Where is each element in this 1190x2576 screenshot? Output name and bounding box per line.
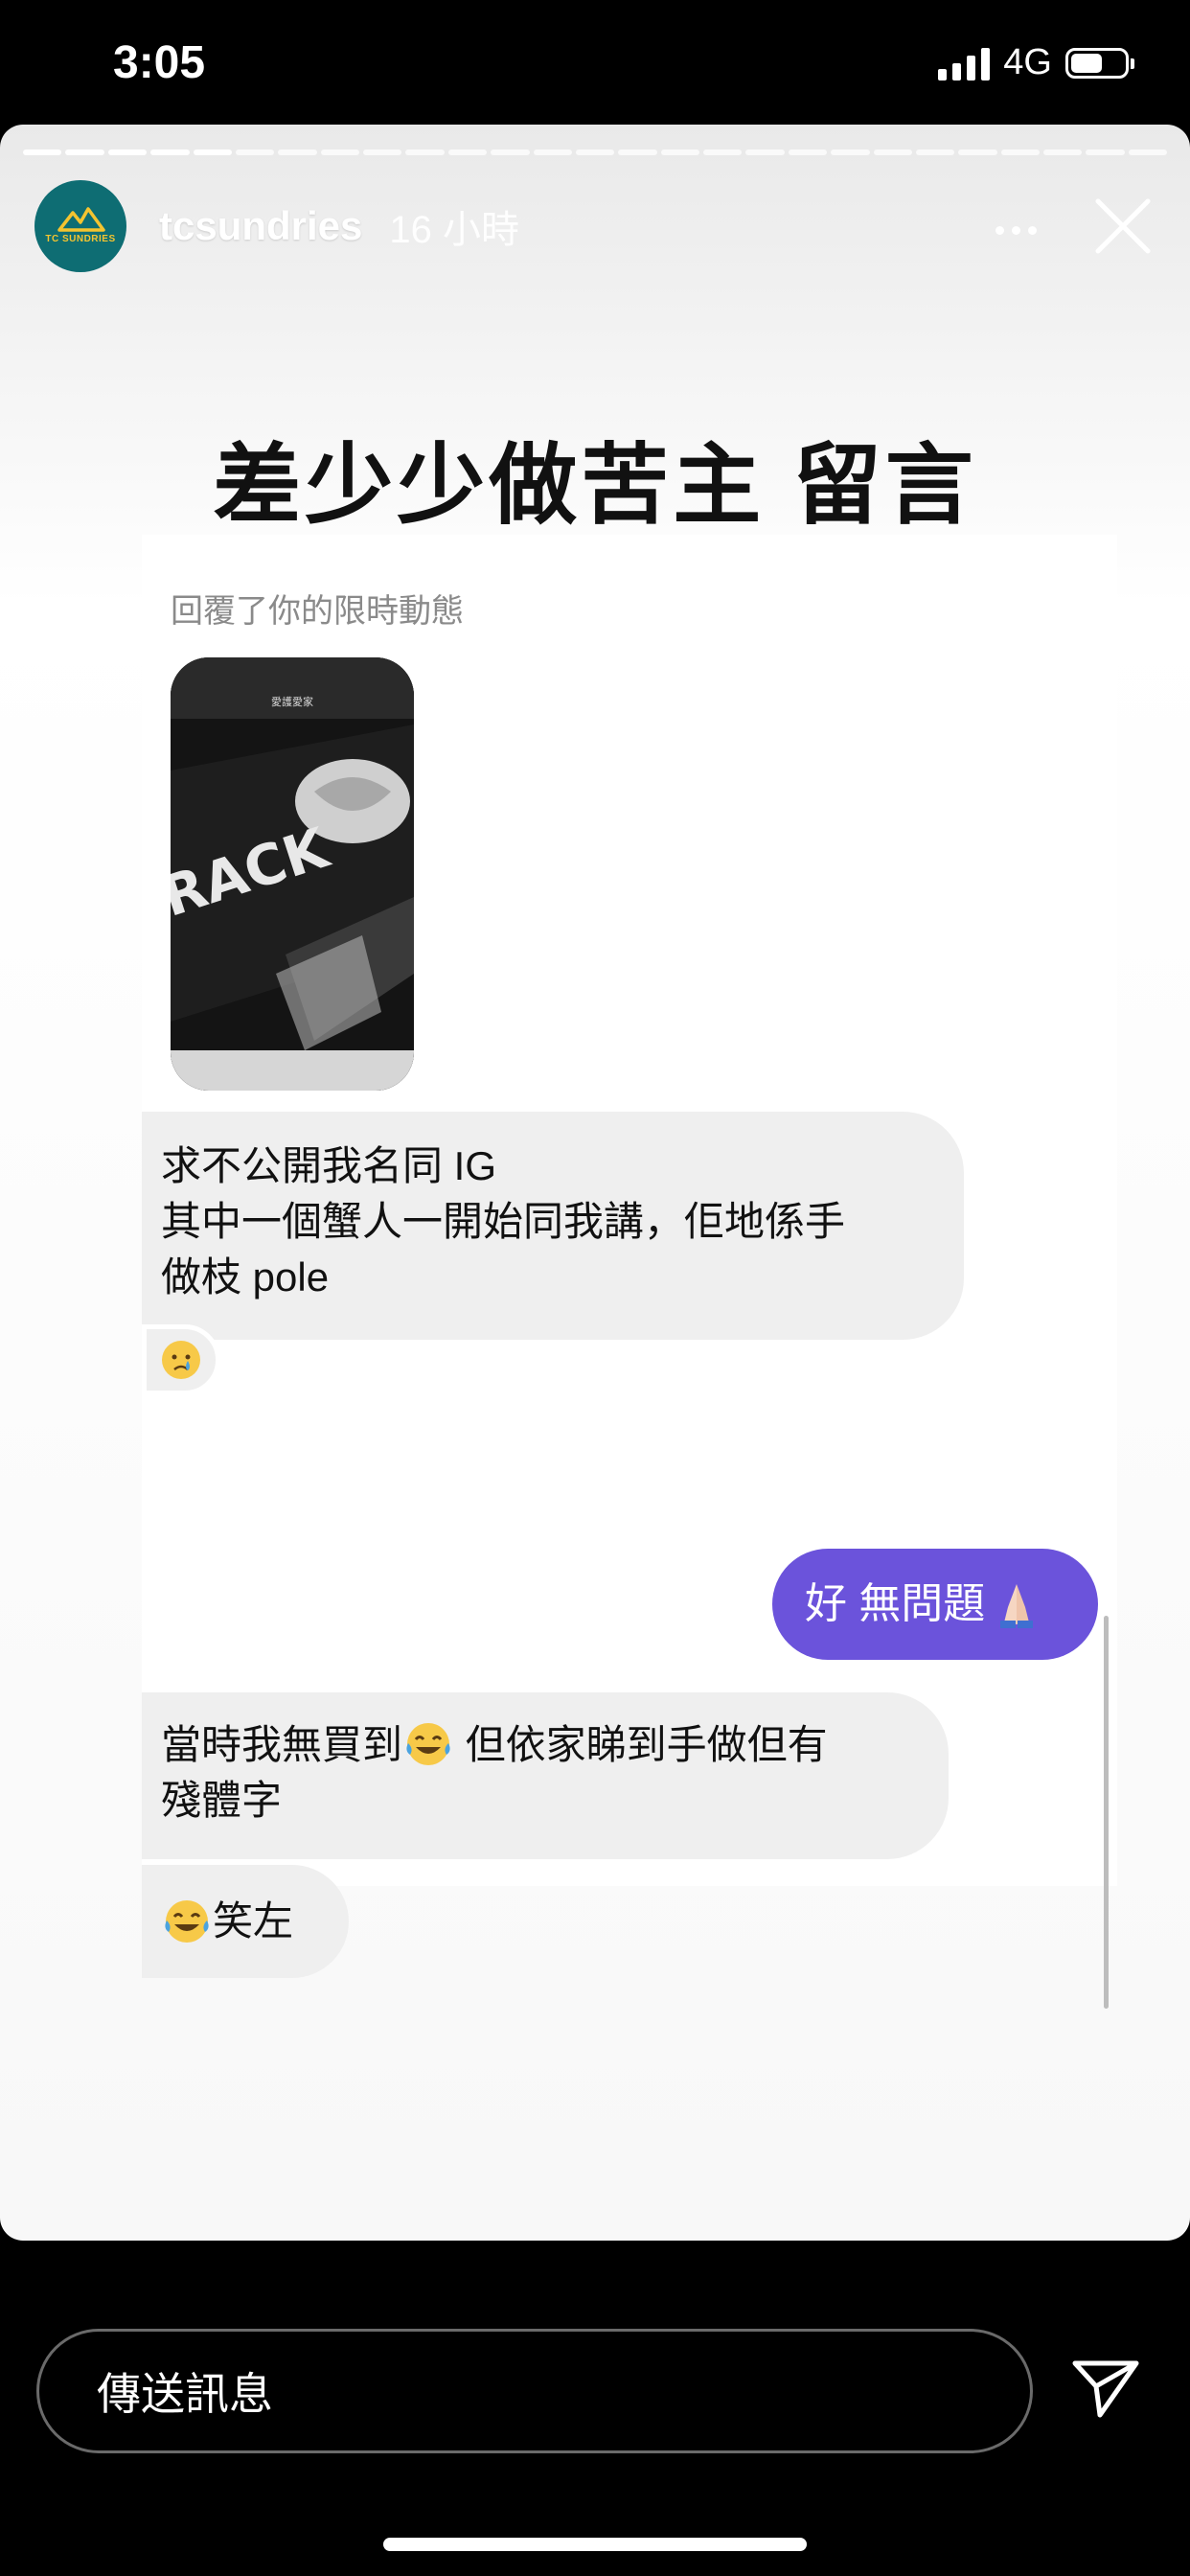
story-progress-segment: [278, 150, 317, 155]
message-reaction[interactable]: [142, 1324, 220, 1395]
message-bubble-received[interactable]: 當時我無買到 但依家睇到手做但有 殘體字: [142, 1692, 949, 1859]
dm-screenshot: 回覆了你的限時動態 愛護愛家 RACK 求不公開我名同 IG 其中一個蟹人一開始…: [142, 535, 1117, 2009]
story-header: TC SUNDRIES tcsundries 16 小時: [34, 178, 1156, 274]
story-progress-segment: [1086, 150, 1125, 155]
story-progress-segment: [873, 150, 912, 155]
reply-note: 回覆了你的限時動態: [171, 593, 464, 630]
status-indicators: 4G: [938, 42, 1134, 83]
home-indicator: [383, 2538, 807, 2551]
status-time: 3:05: [113, 37, 206, 88]
story-title: 差少少做苦主 留言: [213, 437, 977, 535]
battery-level: [1071, 53, 1102, 73]
story-viewer[interactable]: TC SUNDRIES tcsundries 16 小時 差少少做苦主 留言 回…: [0, 125, 1190, 2241]
message-text: 但依家睇到手做但有: [454, 1722, 828, 1767]
message-bubble-received[interactable]: 笑左: [142, 1865, 349, 1978]
story-progress-bar: [23, 150, 1168, 155]
story-progress-segment: [660, 150, 699, 155]
message-text: 笑左: [213, 1898, 294, 1944]
crying-face-icon: [162, 1341, 200, 1379]
story-progress-segment: [618, 150, 657, 155]
story-progress-segment: [915, 150, 955, 155]
tears-of-joy-icon: [165, 1900, 209, 1943]
network-type: 4G: [1003, 42, 1052, 82]
message-line: 做枝 pole: [161, 1254, 330, 1300]
thumbnail-caption: 愛護愛家: [271, 695, 313, 708]
message-line: 當時我無買到 但依家睇到手做但有: [161, 1717, 926, 1773]
replied-story-thumbnail: 愛護愛家 RACK: [171, 657, 414, 1091]
send-icon[interactable]: [1071, 2358, 1140, 2421]
mountain-logo-icon: [57, 207, 105, 232]
story-progress-segment: [958, 150, 997, 155]
story-progress-segment: [405, 150, 445, 155]
account-username[interactable]: tcsundries: [159, 203, 362, 249]
story-progress-segment: [745, 150, 785, 155]
more-options-icon[interactable]: [987, 211, 1044, 249]
story-progress-segment: [831, 150, 870, 155]
story-progress-segment: [1043, 150, 1083, 155]
story-progress-segment: [491, 150, 530, 155]
message-line: 殘體字: [161, 1778, 283, 1823]
message-bubble-received[interactable]: 求不公開我名同 IG 其中一個蟹人一開始同我講，佢地係手 做枝 pole: [142, 1112, 964, 1340]
story-progress-segment: [107, 150, 148, 155]
story-progress-segment: [1000, 150, 1040, 155]
send-message-placeholder: 傳送訊息: [97, 2369, 273, 2419]
folded-hands-icon: [1000, 1584, 1034, 1628]
message-text: 好 無問題: [805, 1580, 986, 1627]
story-progress-segment: [1128, 150, 1168, 155]
avatar-logo-text: TC SUNDRIES: [45, 234, 116, 244]
story-progress-segment: [788, 150, 828, 155]
tears-of-joy-icon: [406, 1723, 450, 1765]
story-time-ago: 16 小時: [389, 209, 520, 251]
send-message-input[interactable]: 傳送訊息: [36, 2329, 1033, 2453]
story-progress-segment: [363, 150, 402, 155]
battery-icon: [1065, 47, 1134, 79]
story-progress-segment: [447, 150, 488, 155]
story-progress-segment: [150, 150, 190, 155]
story-progress-segment: [703, 150, 743, 155]
story-progress-segment: [23, 150, 62, 155]
account-avatar[interactable]: TC SUNDRIES: [34, 180, 126, 272]
story-progress-segment: [575, 150, 615, 155]
dm-scrollbar: [1104, 1616, 1109, 2009]
message-line: 其中一個蟹人一開始同我講，佢地係手: [161, 1199, 846, 1244]
message-text: 當時我無買到: [161, 1722, 403, 1767]
story-progress-segment: [193, 150, 232, 155]
story-progress-segment: [320, 150, 359, 155]
message-line: 求不公開我名同 IG: [161, 1143, 497, 1188]
close-icon[interactable]: [1090, 194, 1156, 259]
message-bubble-sent[interactable]: 好 無問題: [772, 1549, 1098, 1660]
story-progress-segment: [533, 150, 572, 155]
story-progress-segment: [235, 150, 275, 155]
cellular-signal-icon: [938, 46, 991, 80]
story-progress-segment: [65, 150, 104, 155]
